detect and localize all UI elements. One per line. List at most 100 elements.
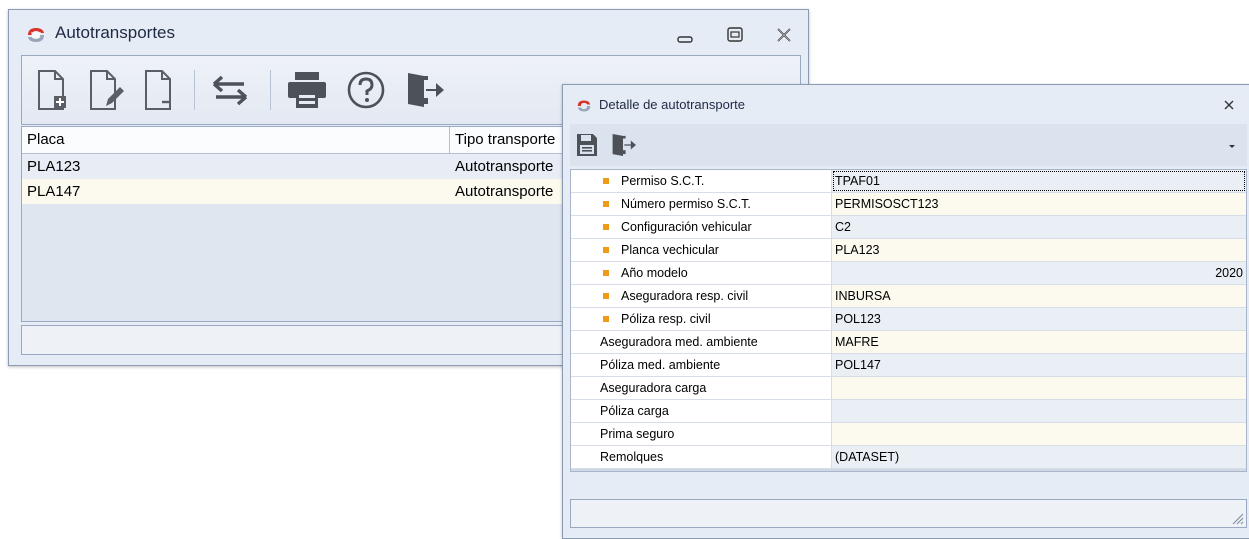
property-label: Permiso S.C.T. <box>621 174 705 188</box>
cell-placa: PLA123 <box>27 158 81 175</box>
property-row[interactable]: Año modelo 2020 <box>571 262 1246 285</box>
property-name-cell: Prima seguro <box>571 423 832 445</box>
property-grid: Permiso S.C.T. TPAF01 Número permiso S.C.T… <box>570 169 1247 472</box>
column-header-placa[interactable]: Placa <box>22 127 450 153</box>
property-name-cell: Año modelo <box>571 262 832 284</box>
property-row[interactable]: Aseguradora med. ambiente MAFRE <box>571 331 1246 354</box>
detail-toolbar <box>570 124 1247 166</box>
save-icon <box>577 134 597 156</box>
property-label: Póliza med. ambiente <box>600 358 721 372</box>
detail-close-button[interactable] <box>1219 95 1239 115</box>
property-value-field[interactable] <box>832 377 1246 399</box>
property-name-cell: Aseguradora med. ambiente <box>571 331 832 353</box>
required-bullet-icon <box>603 224 609 230</box>
maximize-button[interactable] <box>724 24 746 46</box>
property-name-cell: Número permiso S.C.T. <box>571 193 832 215</box>
property-value-field[interactable]: 2020 <box>832 262 1246 284</box>
detail-exit-button[interactable] <box>608 130 638 160</box>
resize-grip-icon[interactable] <box>1230 511 1244 525</box>
required-bullet-icon <box>603 316 609 322</box>
property-value-field[interactable]: PERMISOSCT123 <box>832 193 1246 215</box>
property-row[interactable]: Póliza resp. civil POL123 <box>571 308 1246 331</box>
property-row[interactable]: Número permiso S.C.T. PERMISOSCT123 <box>571 193 1246 216</box>
property-name-cell: Póliza med. ambiente <box>571 354 832 376</box>
chevron-down-icon <box>1229 145 1235 148</box>
property-label: Remolques <box>600 450 664 464</box>
delete-document-icon <box>145 70 171 110</box>
property-name-cell: Permiso S.C.T. <box>571 170 832 192</box>
minimize-button[interactable] <box>674 26 696 46</box>
new-document-icon <box>38 70 66 110</box>
print-icon <box>288 72 326 108</box>
property-name-cell: Aseguradora carga <box>571 377 832 399</box>
property-value-field[interactable]: (DATASET) <box>832 446 1246 468</box>
toolbar-separator <box>194 70 195 110</box>
property-name-cell: Póliza carga <box>571 400 832 422</box>
exit-button[interactable] <box>402 66 446 114</box>
print-button[interactable] <box>284 66 330 114</box>
property-row[interactable]: Aseguradora resp. civil INBURSA <box>571 285 1246 308</box>
save-button[interactable] <box>574 130 600 160</box>
property-value-field[interactable]: POL147 <box>832 354 1246 376</box>
toolbar-separator <box>270 70 271 110</box>
required-bullet-icon <box>603 270 609 276</box>
required-bullet-icon <box>603 178 609 184</box>
close-icon <box>1224 100 1234 110</box>
swap-arrows-icon <box>212 75 248 106</box>
property-label: Aseguradora carga <box>600 381 707 395</box>
property-value-field[interactable]: C2 <box>832 216 1246 238</box>
exit-icon <box>612 133 636 157</box>
property-name-cell: Configuración vehicular <box>571 216 832 238</box>
property-row[interactable]: Configuración vehicular C2 <box>571 216 1246 239</box>
property-row[interactable]: Planca vechicular PLA123 <box>571 239 1246 262</box>
detail-statusbar <box>570 499 1247 528</box>
property-label: Configuración vehicular <box>621 220 752 234</box>
maximize-icon <box>727 27 743 42</box>
detail-titlebar[interactable]: Detalle de autotransporte <box>563 85 1249 123</box>
property-label: Póliza carga <box>600 404 669 418</box>
exit-icon <box>408 73 444 107</box>
required-bullet-icon <box>603 293 609 299</box>
new-button[interactable] <box>34 66 70 114</box>
delete-button[interactable] <box>142 66 176 114</box>
cell-placa: PLA147 <box>27 183 81 200</box>
property-label: Aseguradora med. ambiente <box>600 335 758 349</box>
property-row[interactable]: Remolques (DATASET) <box>571 446 1246 469</box>
property-row[interactable]: Prima seguro <box>571 423 1246 446</box>
property-value-field[interactable]: PLA123 <box>832 239 1246 261</box>
help-icon <box>347 71 385 109</box>
close-button[interactable] <box>773 24 795 46</box>
help-button[interactable] <box>344 66 388 114</box>
property-row[interactable]: Póliza carga <box>571 400 1246 423</box>
property-value-field[interactable] <box>832 423 1246 445</box>
edit-document-icon <box>90 70 124 110</box>
property-name-cell: Remolques <box>571 446 832 468</box>
app-logo-icon <box>26 26 46 44</box>
property-row[interactable]: Póliza med. ambiente POL147 <box>571 354 1246 377</box>
property-row[interactable]: Aseguradora carga <box>571 377 1246 400</box>
required-bullet-icon <box>603 201 609 207</box>
property-value-field[interactable] <box>832 400 1246 422</box>
property-label: Póliza resp. civil <box>621 312 711 326</box>
property-value-field[interactable]: INBURSA <box>832 285 1246 307</box>
property-value-field[interactable]: MAFRE <box>832 331 1246 353</box>
detail-window: Detalle de autotransporte Permiso S.C.T.… <box>562 84 1249 539</box>
close-icon <box>777 28 791 42</box>
main-titlebar[interactable]: Autotransportes <box>9 10 808 58</box>
property-name-cell: Planca vechicular <box>571 239 832 261</box>
edit-button[interactable] <box>86 66 126 114</box>
property-label: Aseguradora resp. civil <box>621 289 749 303</box>
property-label: Número permiso S.C.T. <box>621 197 751 211</box>
property-row[interactable]: Permiso S.C.T. TPAF01 <box>571 170 1246 193</box>
property-label: Año modelo <box>621 266 688 280</box>
property-value-field[interactable]: POL123 <box>832 308 1246 330</box>
toolbar-overflow-button[interactable] <box>1225 140 1239 152</box>
main-window-title: Autotransportes <box>55 23 176 42</box>
property-name-cell: Aseguradora resp. civil <box>571 285 832 307</box>
property-name-cell: Póliza resp. civil <box>571 308 832 330</box>
app-logo-icon <box>576 99 592 113</box>
swap-button[interactable] <box>208 66 252 114</box>
minimize-icon <box>677 36 693 43</box>
required-bullet-icon <box>603 247 609 253</box>
property-value-field[interactable]: TPAF01 <box>832 170 1246 192</box>
